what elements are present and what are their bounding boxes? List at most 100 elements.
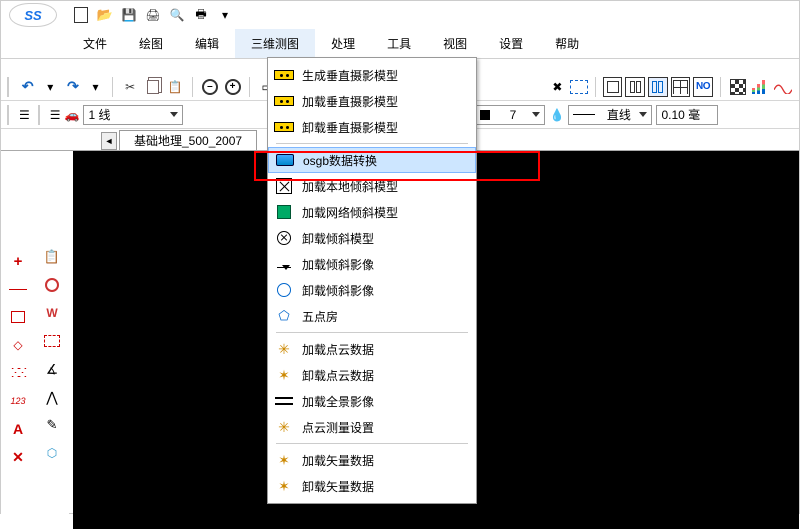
menu-view[interactable]: 视图 — [427, 29, 483, 58]
scale-field[interactable]: 0.10 毫 — [656, 105, 718, 125]
measure-tool-icon[interactable]: ∡ — [41, 359, 63, 379]
line-tool-icon[interactable] — [7, 279, 29, 299]
undo-icon[interactable] — [18, 77, 38, 97]
undo-dropdown-icon[interactable]: ▾ — [41, 77, 61, 97]
toolbar-separator — [112, 77, 113, 97]
film-icon — [275, 150, 295, 170]
menu-item-load-panorama[interactable]: 加载全景影像 — [268, 388, 476, 414]
select-rect-icon[interactable] — [41, 331, 63, 351]
menu-item-five-point[interactable]: ⬠ 五点房 — [268, 303, 476, 329]
line-weight-value: 1 线 — [88, 106, 110, 123]
copy-icon[interactable] — [143, 77, 163, 97]
wave-icon[interactable] — [773, 77, 793, 97]
tab-basemap[interactable]: 基础地理_500_2007 — [119, 130, 257, 150]
menu-item-gen-vertical-model[interactable]: 生成垂直摄影模型 — [268, 62, 476, 88]
toolbar-grip[interactable] — [7, 105, 13, 125]
menu-item-unload-vertical-model[interactable]: 卸载垂直摄影模型 — [268, 114, 476, 140]
paste-icon[interactable] — [166, 77, 186, 97]
left-tool-palette-1: + ◇ ⵘⵘ 123 A ✕ — [1, 151, 35, 529]
save-icon[interactable] — [120, 6, 138, 24]
fence-tool-icon[interactable]: ⵘⵘ — [7, 363, 29, 383]
zoom-out-icon[interactable] — [200, 77, 220, 97]
menu-item-load-oblique-image[interactable]: 加载倾斜影像 — [268, 251, 476, 277]
menu-item-load-vertical-model[interactable]: 加载垂直摄影模型 — [268, 88, 476, 114]
text-tool-icon[interactable]: A — [7, 419, 29, 439]
w-tool-icon[interactable]: W — [41, 303, 63, 323]
point-tool-icon[interactable]: + — [7, 251, 29, 271]
menu-item-load-net-oblique[interactable]: 加载网络倾斜模型 — [268, 199, 476, 225]
eyedropper-tool-icon[interactable]: ✎ — [41, 415, 63, 435]
menu-item-unload-oblique[interactable]: 卸载倾斜模型 — [268, 225, 476, 251]
yellow-bar-icon — [274, 117, 294, 137]
menu-file[interactable]: 文件 — [67, 29, 123, 58]
menu-item-unload-pointcloud[interactable]: ✶ 卸载点云数据 — [268, 362, 476, 388]
linestyle-dropdown[interactable]: 直线 — [568, 105, 652, 125]
checker-icon[interactable] — [728, 77, 748, 97]
layers-icon[interactable]: ☰ — [19, 108, 30, 122]
color-tool-icon[interactable]: ⬡ — [41, 443, 63, 463]
rect-dashed-icon[interactable] — [570, 80, 588, 94]
star-icon: ✶ — [274, 450, 294, 470]
dropper-icon[interactable]: 💧 — [549, 108, 564, 122]
delete-tool-icon[interactable]: ✕ — [7, 447, 29, 467]
menu-item-osgb-convert[interactable]: osgb数据转换 — [268, 147, 476, 173]
print-preview-icon[interactable] — [168, 6, 186, 24]
layout-2-icon[interactable] — [625, 77, 645, 97]
menu-tools[interactable]: 工具 — [371, 29, 427, 58]
pentagon-icon: ⬠ — [274, 306, 294, 326]
menu-item-label: osgb数据转换 — [303, 152, 377, 169]
line-weight-dropdown[interactable]: 1 线 — [83, 105, 183, 125]
vehicle-icon[interactable]: 🚗 — [65, 108, 80, 122]
new-icon[interactable] — [72, 6, 90, 24]
menu-draw[interactable]: 绘图 — [123, 29, 179, 58]
qat-dropdown-icon[interactable]: ▾ — [216, 6, 234, 24]
menu-process[interactable]: 处理 — [315, 29, 371, 58]
redo-dropdown-icon[interactable]: ▾ — [86, 77, 106, 97]
target-icon[interactable]: ✖ — [548, 77, 568, 97]
menu-item-label: 点云测量设置 — [302, 419, 374, 436]
toolbar-grip[interactable] — [7, 77, 13, 97]
no-label-icon[interactable]: NO — [693, 77, 713, 97]
toolbar-grip[interactable] — [38, 105, 44, 125]
menu-3dmapping[interactable]: 三维测图 — [235, 29, 315, 58]
compass-tool-icon[interactable]: ⋀ — [41, 387, 63, 407]
rect-tool-icon[interactable] — [7, 307, 29, 327]
cut-icon[interactable] — [120, 77, 140, 97]
grid-icon[interactable] — [671, 77, 691, 97]
print2-icon[interactable] — [192, 6, 210, 24]
chart-icon[interactable] — [750, 77, 770, 97]
menu-item-label: 加载垂直摄影模型 — [302, 93, 398, 110]
tab-scroll-left-icon[interactable]: ◄ — [101, 132, 117, 150]
layers2-icon[interactable]: ☰ — [50, 108, 61, 122]
redo-icon[interactable] — [63, 77, 83, 97]
menu-edit[interactable]: 编辑 — [179, 29, 235, 58]
menu-item-load-pointcloud[interactable]: ✳ 加载点云数据 — [268, 336, 476, 362]
print-icon[interactable] — [144, 6, 162, 24]
menu-item-label: 卸载倾斜模型 — [302, 230, 374, 247]
target-tool-icon[interactable] — [41, 275, 63, 295]
menu-item-label: 加载全景影像 — [302, 393, 374, 410]
menu-item-load-vector[interactable]: ✶ 加载矢量数据 — [268, 447, 476, 473]
chevron-down-icon — [639, 112, 647, 117]
layout-3-icon[interactable] — [648, 77, 668, 97]
polygon-tool-icon[interactable]: ◇ — [7, 335, 29, 355]
menu-help[interactable]: 帮助 — [539, 29, 595, 58]
menu-item-unload-vector[interactable]: ✶ 卸载矢量数据 — [268, 473, 476, 499]
open-icon[interactable] — [96, 6, 114, 24]
menu-separator — [276, 332, 468, 333]
zoom-in-icon[interactable] — [223, 77, 243, 97]
menu-settings[interactable]: 设置 — [483, 29, 539, 58]
layout-1-icon[interactable] — [603, 77, 623, 97]
menu-item-load-local-oblique[interactable]: 加载本地倾斜模型 — [268, 173, 476, 199]
toolbar-separator — [595, 77, 596, 97]
lines-icon — [274, 391, 294, 411]
number-tool-icon[interactable]: 123 — [7, 391, 29, 411]
color-dropdown[interactable]: 7 — [475, 105, 545, 125]
menu-separator — [276, 143, 468, 144]
menu-item-unload-oblique-image[interactable]: 卸载倾斜影像 — [268, 277, 476, 303]
toolbar-separator — [249, 77, 250, 97]
color-value: 7 — [510, 108, 517, 122]
circle-icon — [274, 280, 294, 300]
menu-item-pointcloud-settings[interactable]: ✳ 点云测量设置 — [268, 414, 476, 440]
clipboard-icon[interactable]: 📋 — [41, 247, 63, 267]
